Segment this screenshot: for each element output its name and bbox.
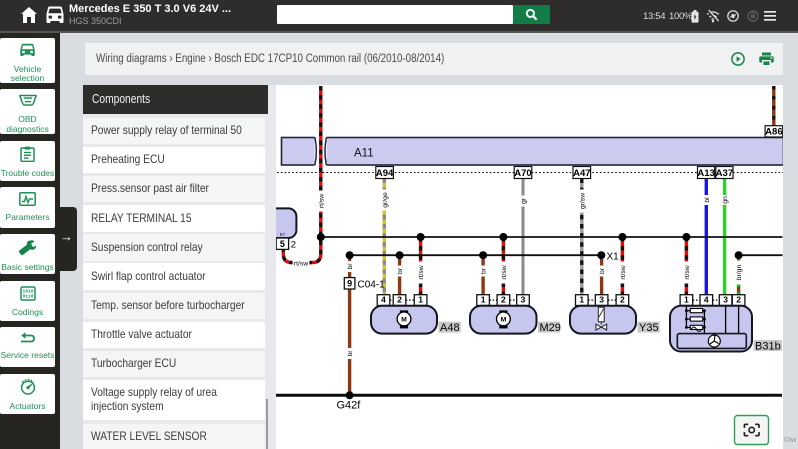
svg-text:rt/sw: rt/sw (684, 265, 691, 279)
svg-text:1: 1 (579, 295, 584, 305)
svg-text:4: 4 (381, 295, 386, 305)
svg-text:br: br (397, 267, 404, 274)
svg-text:rt/sw: rt/sw (318, 194, 325, 208)
svg-text:A37: A37 (716, 168, 733, 179)
svg-text:A11: A11 (354, 148, 374, 160)
svg-text:A13: A13 (697, 168, 714, 179)
svg-text:rt/sw: rt/sw (418, 265, 425, 279)
svg-text:1: 1 (418, 295, 423, 305)
svg-text:gr: gr (521, 197, 528, 204)
svg-text:br: br (481, 267, 488, 274)
svg-text:br/gn: br/gn (736, 265, 743, 281)
svg-text:gn: gn (722, 196, 729, 204)
svg-text:M: M (401, 316, 407, 323)
svg-text:5: 5 (280, 239, 285, 249)
svg-text:M: M (501, 316, 507, 323)
svg-text:87: 87 (280, 232, 286, 238)
svg-text:A70: A70 (514, 168, 531, 179)
svg-text:2: 2 (620, 295, 625, 305)
svg-text:3: 3 (723, 295, 728, 305)
svg-text:4: 4 (704, 295, 709, 305)
svg-text:br: br (347, 263, 354, 270)
svg-text:2: 2 (291, 240, 296, 251)
svg-text:G42f: G42f (337, 400, 362, 412)
svg-text:C04-1: C04-1 (358, 280, 386, 291)
svg-text:3: 3 (599, 295, 604, 305)
svg-text:gr/sw: gr/sw (579, 193, 586, 209)
svg-text:0110: 0110 (22, 293, 33, 299)
svg-text:9: 9 (347, 279, 352, 289)
svg-text:1: 1 (684, 295, 689, 305)
svg-text:A47: A47 (573, 168, 590, 179)
svg-text:A48: A48 (440, 322, 460, 334)
svg-text:M29: M29 (540, 322, 561, 334)
svg-text:rt/sw: rt/sw (294, 260, 308, 267)
svg-text:3: 3 (521, 295, 526, 305)
svg-text:rt/sw: rt/sw (501, 265, 508, 279)
svg-text:2: 2 (501, 295, 506, 305)
svg-text:2: 2 (736, 295, 741, 305)
svg-text:A94: A94 (376, 168, 394, 179)
svg-text:bl: bl (704, 197, 711, 203)
svg-text:rt/sw: rt/sw (620, 265, 627, 279)
svg-text:2: 2 (397, 295, 402, 305)
svg-text:gr/ge: gr/ge (382, 192, 389, 208)
svg-text:B31b: B31b (755, 340, 781, 352)
svg-text:X1: X1 (607, 252, 620, 263)
svg-text:A86: A86 (765, 127, 782, 138)
svg-text:Y35: Y35 (639, 322, 659, 334)
svg-text:br: br (599, 267, 606, 274)
svg-text:1: 1 (481, 295, 486, 305)
svg-text:br: br (347, 350, 354, 357)
